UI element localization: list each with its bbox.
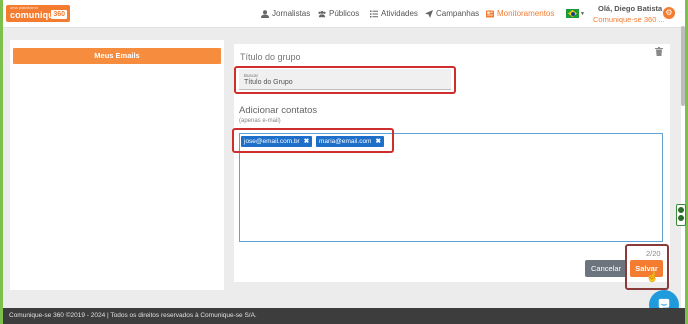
nav-publicos-label: Públicos [329, 9, 360, 18]
scrollbar[interactable] [681, 26, 685, 106]
group-title-heading: Título do grupo [240, 52, 301, 62]
nav-campanhas-label: Campanhas [436, 9, 480, 18]
newspaper-icon [486, 10, 494, 17]
nav-atividades[interactable]: Atividades [370, 9, 418, 18]
footer-copyright: Comunique-se 360 ©2019 - 2024 | Todos os… [9, 312, 257, 319]
highlight-box-contacts [232, 128, 394, 153]
logo-version: 360 [51, 10, 67, 19]
caret-down-icon[interactable]: ▼ [580, 11, 585, 17]
nav-jornalistas-label: Jornalistas [272, 9, 311, 18]
users-icon [318, 10, 326, 17]
accessibility-widget[interactable] [676, 204, 686, 226]
language-flag-brazil-icon[interactable] [566, 9, 579, 18]
user-icon [261, 9, 269, 18]
nav-campanhas[interactable]: Campanhas [425, 9, 479, 18]
paper-plane-icon [425, 9, 433, 18]
highlight-box-group-name [234, 66, 456, 94]
highlight-box-save [625, 244, 669, 290]
meus-emails-button[interactable]: Meus Emails [13, 48, 221, 64]
cancel-button[interactable]: Cancelar [585, 260, 627, 277]
nav-monitoramentos[interactable]: Monitoramentos [486, 9, 554, 18]
add-contacts-subtitle: (apenas e-mail) [239, 118, 281, 124]
footer: Comunique-se 360 ©2019 - 2024 | Todos os… [3, 308, 685, 324]
nav-atividades-label: Atividades [381, 9, 418, 18]
nav-monitoramentos-label: Monitoramentos [497, 9, 555, 18]
list-icon [370, 10, 378, 17]
user-greeting[interactable]: Olá, Diego Batista [598, 4, 662, 13]
add-contacts-heading: Adicionar contatos [239, 105, 318, 116]
left-panel [10, 40, 224, 290]
hand-cursor-icon: ☝ [646, 272, 659, 283]
settings-gear-icon[interactable]: ⚙ [663, 7, 675, 19]
trash-icon[interactable] [655, 47, 663, 56]
nav-jornalistas[interactable]: Jornalistas [261, 9, 310, 18]
comunique-logo[interactable]: uma plataforma comunique 360 [6, 5, 70, 22]
user-organization[interactable]: Comunique-se 360 ... [593, 15, 665, 24]
nav-publicos[interactable]: Públicos [318, 9, 359, 18]
